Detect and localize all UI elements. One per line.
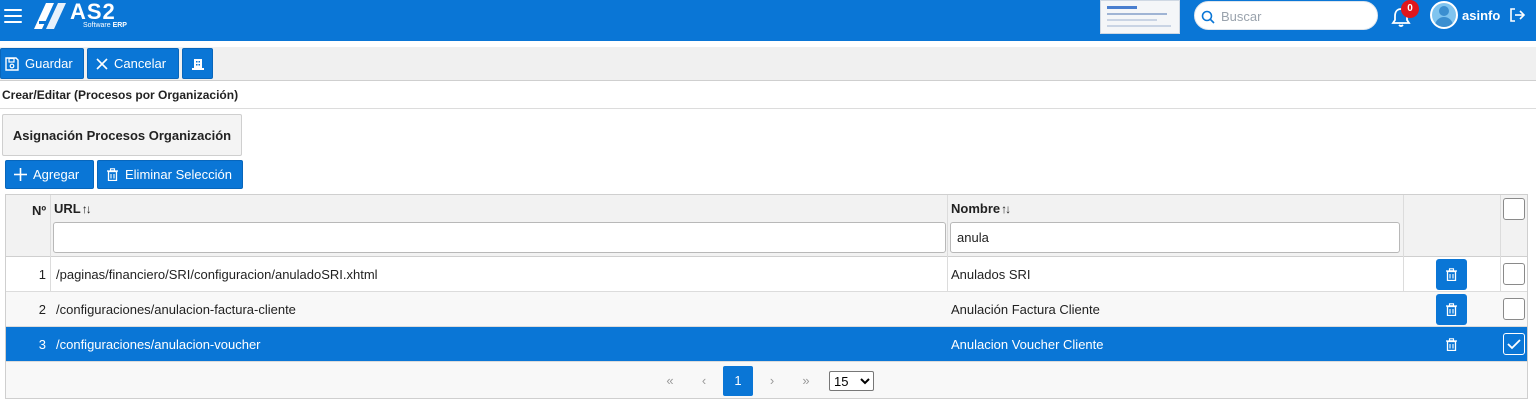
menu-icon[interactable] [4, 9, 22, 23]
row-checkbox[interactable] [1503, 263, 1525, 285]
plus-icon [14, 168, 27, 181]
row-nombre: Anulados SRI [951, 267, 1031, 282]
close-icon [96, 57, 108, 70]
column-header-num: Nº [32, 203, 47, 218]
search-input[interactable] [1221, 6, 1371, 26]
check-icon [1507, 339, 1521, 350]
table-row[interactable]: 1 /paginas/financiero/SRI/configuracion/… [6, 257, 1527, 292]
table-row[interactable]: 2 /configuraciones/anulacion-factura-cli… [6, 292, 1527, 327]
rows-per-page-select[interactable]: 15 [829, 371, 874, 391]
brand-subtitle: Software ERP [83, 22, 127, 29]
add-button[interactable]: Agregar [5, 160, 94, 189]
add-label: Agregar [33, 167, 80, 182]
tab-asignacion-procesos[interactable]: Asignación Procesos Organización [2, 114, 242, 156]
row-delete-button[interactable] [1436, 329, 1467, 360]
organization-button[interactable] [182, 48, 213, 79]
save-label: Guardar [25, 56, 73, 71]
delete-selection-label: Eliminar Selección [125, 167, 232, 182]
search-icon [1201, 10, 1215, 24]
section-title: Crear/Editar (Procesos por Organización) [2, 88, 239, 102]
save-icon [5, 56, 19, 71]
row-checkbox[interactable] [1503, 298, 1525, 320]
action-toolbar: Guardar Cancelar [0, 47, 1536, 81]
url-filter-input[interactable] [53, 222, 946, 253]
row-number: 3 [38, 337, 46, 352]
delete-selection-button[interactable]: Eliminar Selección [97, 160, 243, 189]
trash-icon [1446, 268, 1457, 281]
table-header: Nº URL↑↓ Nombre↑↓ [6, 195, 1527, 257]
divider [0, 108, 1536, 109]
sort-icon[interactable]: ↑↓ [1001, 202, 1011, 216]
logout-icon[interactable] [1508, 6, 1526, 24]
trash-icon [107, 168, 118, 181]
row-number: 2 [38, 302, 46, 317]
next-page-button[interactable]: › [758, 367, 786, 395]
save-button[interactable]: Guardar [0, 48, 84, 79]
notification-badge[interactable]: 0 [1401, 0, 1419, 18]
prev-page-button[interactable]: ‹ [690, 367, 718, 395]
row-nombre: Anulacion Voucher Cliente [951, 337, 1104, 352]
page-1-button[interactable]: 1 [723, 366, 753, 396]
data-table: Nº URL↑↓ Nombre↑↓ 1 /paginas/financiero/… [5, 194, 1528, 399]
trash-icon [1446, 303, 1457, 316]
sort-icon[interactable]: ↑↓ [82, 202, 92, 216]
cancel-button[interactable]: Cancelar [87, 48, 179, 79]
trash-icon [1446, 338, 1457, 351]
paginator: « ‹ 1 › » 15 [6, 362, 1527, 398]
column-header-nombre[interactable]: Nombre↑↓ [951, 201, 1011, 216]
row-url: /paginas/financiero/SRI/configuracion/an… [56, 267, 378, 282]
row-nombre: Anulación Factura Cliente [951, 302, 1100, 317]
column-header-url[interactable]: URL↑↓ [54, 201, 92, 216]
row-url: /configuraciones/anulacion-factura-clien… [56, 302, 296, 317]
building-icon [191, 58, 204, 70]
last-page-button[interactable]: » [792, 367, 820, 395]
select-all-checkbox[interactable] [1503, 198, 1525, 220]
row-number: 1 [38, 267, 46, 282]
first-page-button[interactable]: « [656, 367, 684, 395]
nombre-filter-input[interactable] [950, 222, 1400, 253]
screen-thumbnail[interactable] [1100, 0, 1180, 34]
row-delete-button[interactable] [1436, 294, 1467, 325]
user-avatar-icon[interactable] [1430, 1, 1458, 29]
row-url: /configuraciones/anulacion-voucher [56, 337, 261, 352]
top-bar: AS2 Software ERP 0 asinfo [0, 0, 1536, 41]
logo-mark-icon [34, 3, 66, 29]
cancel-label: Cancelar [114, 56, 167, 71]
search-box[interactable] [1194, 1, 1378, 30]
row-delete-button[interactable] [1436, 259, 1467, 290]
table-row-selected[interactable]: 3 /configuraciones/anulacion-voucher Anu… [6, 327, 1527, 362]
row-checkbox-checked[interactable] [1503, 333, 1525, 355]
username[interactable]: asinfo [1462, 8, 1500, 23]
brand-logo[interactable]: AS2 Software ERP [32, 0, 132, 33]
